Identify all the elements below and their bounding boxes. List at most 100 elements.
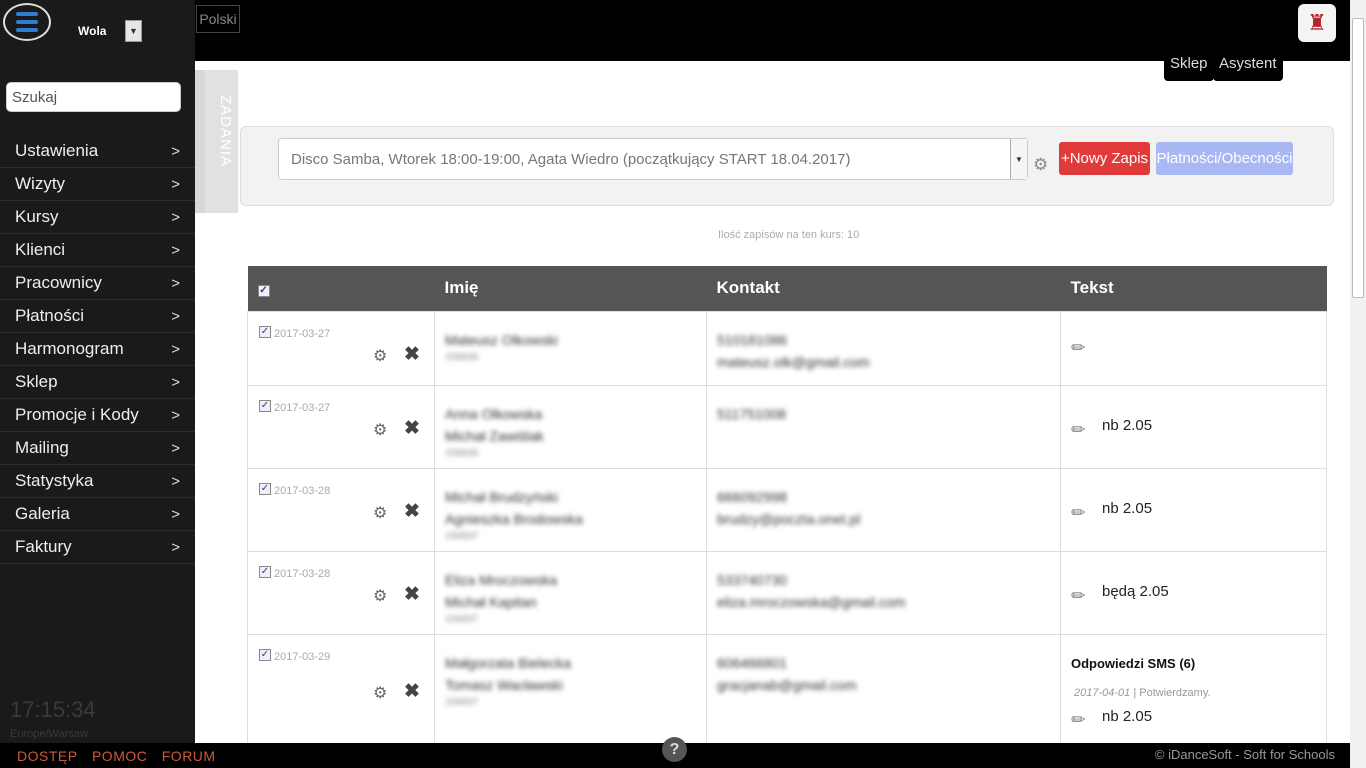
table-row: ✓ 2017-03-29 ⚙ ✖ Małgorzata Bielecka Toma… [247,633,1327,743]
contact-value: 510181086 [717,331,788,348]
row-delete-icon[interactable]: ✖ [404,417,420,440]
table-row: ✓ 2017-03-28 ⚙ ✖ Eliza Mroczowska Michał … [247,550,1327,635]
row-checkbox[interactable]: ✓ [259,399,271,412]
edit-note-pencil-icon[interactable]: ✎ [1067,707,1091,731]
row-delete-icon[interactable]: ✖ [404,500,420,523]
sidebar-item-harmonogram[interactable]: Harmonogram > [0,333,195,366]
branch-name: Wola [78,24,107,38]
row-select-cell: ✓ 2017-03-28 ⚙ ✖ [247,550,435,635]
client-name: Agnieszka Brodowska [445,510,583,527]
chevron-right-icon: > [171,142,180,160]
sidebar-item-klienci[interactable]: Klienci > [0,234,195,267]
row-select-cell: ✓ 2017-03-28 ⚙ ✖ [247,467,435,552]
edit-note-pencil-icon[interactable]: ✎ [1067,500,1091,524]
row-settings-gear-icon[interactable]: ⚙ [373,503,387,523]
tasks-tab-label: ZADANIA [217,95,234,168]
branch-dropdown-button[interactable]: ▼ [125,20,142,42]
edit-note-pencil-icon[interactable]: ✎ [1067,335,1091,359]
new-enrollment-button[interactable]: +Nowy Zapis [1059,142,1150,175]
footer-link-forum[interactable]: FORUM [162,748,216,764]
client-name: Michał Kapitan [445,593,537,610]
row-checkbox[interactable]: ✓ [259,648,271,661]
help-icon[interactable]: ? [662,737,687,762]
note-text: będą 2.05 [1102,582,1169,600]
row-select-cell: ✓ 2017-03-27 ⚙ ✖ [247,384,435,469]
language-selector[interactable]: Polski [196,5,240,33]
client-id: 156837 [445,696,479,708]
row-settings-gear-icon[interactable]: ⚙ [373,683,387,703]
client-name: Tomasz Wacławski [445,676,563,693]
row-settings-gear-icon[interactable]: ⚙ [373,346,387,366]
footer-links: DOSTĘP POMOC FORUM [17,748,226,764]
select-all-checkbox[interactable]: ✓ [257,284,270,297]
sidebar-item-faktury[interactable]: Faktury > [0,531,195,564]
row-select-cell: ✓ 2017-03-29 ⚙ ✖ [247,633,435,743]
contact-cell: 606466801 gracjanab@gmail.com [706,633,1061,743]
header-name: Imię [434,266,707,311]
sidebar-item-label: Ustawienia [15,141,99,160]
course-select[interactable]: Disco Samba, Wtorek 18:00-19:00, Agata W… [278,138,1028,180]
enrollment-count: Ilość zapisów na ten kurs: 10 [718,229,860,241]
text-cell: Odpowiedzi SMS (6) 2017-04-01 | Potwierd… [1060,633,1327,743]
row-delete-icon[interactable]: ✖ [404,343,420,366]
edit-note-pencil-icon[interactable]: ✎ [1067,583,1091,607]
course-settings-gear-icon[interactable]: ⚙ [1033,155,1048,175]
row-delete-icon[interactable]: ✖ [404,680,420,703]
shop-tab[interactable]: Sklep [1164,50,1214,81]
sidebar-item-mailing[interactable]: Mailing > [0,432,195,465]
contact-cell: 510181086 mateusz.olk@gmail.com [706,310,1061,386]
enrollment-date: 2017-03-27 [274,327,331,340]
header-text: Tekst [1060,266,1327,311]
note-text: nb 2.05 [1102,499,1153,517]
row-select-cell: ✓ 2017-03-27 ⚙ ✖ [247,310,435,386]
contact-cell: 511751008 [706,384,1061,469]
row-checkbox[interactable]: ✓ [259,565,271,578]
sidebar-item-promocje-i-kody[interactable]: Promocje i Kody > [0,399,195,432]
sms-replies-title[interactable]: Odpowiedzi SMS (6) [1071,656,1195,671]
sidebar-item-statystyka[interactable]: Statystyka > [0,465,195,498]
sidebar-item-ustawienia[interactable]: Ustawienia > [0,135,195,168]
hamburger-menu-button[interactable] [3,3,51,41]
clock: 17:15:34 [10,697,96,722]
sidebar-item-sklep[interactable]: Sklep > [0,366,195,399]
text-cell: ✎ będą 2.05 [1060,550,1327,635]
enrollment-date: 2017-03-27 [274,401,331,414]
sidebar-item-label: Promocje i Kody [15,405,139,424]
contact-cell: 533740730 eliza.mroczowska@gmail.com [706,550,1061,635]
payments-attendance-button[interactable]: Płatności/Obecności [1156,142,1293,175]
search-input[interactable] [6,82,181,112]
contact-value: 666092998 [717,488,788,505]
sidebar-item-kursy[interactable]: Kursy > [0,201,195,234]
footer-link-access[interactable]: DOSTĘP [17,748,78,764]
sms-reply: 2017-04-01 | Potwierdzamy. [1074,687,1211,699]
sidebar-item-wizyty[interactable]: Wizyty > [0,168,195,201]
app-logo-icon[interactable]: ♜ [1298,4,1336,42]
contact-value: 606466801 [717,654,788,671]
sidebar-item-pracownicy[interactable]: Pracownicy > [0,267,195,300]
client-id: 156837 [445,613,479,625]
chevron-right-icon: > [171,208,180,226]
chevron-right-icon: > [171,373,180,391]
row-checkbox[interactable]: ✓ [259,325,271,338]
row-checkbox[interactable]: ✓ [259,482,271,495]
edit-note-pencil-icon[interactable]: ✎ [1067,417,1091,441]
course-select-value: Disco Samba, Wtorek 18:00-19:00, Agata W… [291,151,851,168]
sidebar-item-label: Sklep [15,372,58,391]
chevron-down-icon[interactable]: ▼ [1010,139,1027,179]
chevron-right-icon: > [171,340,180,358]
client-id: 156836 [445,351,479,363]
sidebar-item-galeria[interactable]: Galeria > [0,498,195,531]
client-name: Anna Olkowska [445,405,543,422]
contact-value: 511751008 [717,405,787,422]
row-delete-icon[interactable]: ✖ [404,583,420,606]
tasks-side-tab[interactable]: ZADANIA [195,70,238,213]
row-settings-gear-icon[interactable]: ⚙ [373,586,387,606]
menu-icon [16,12,38,32]
assistant-tab[interactable]: Asystent [1213,50,1283,81]
footer-link-help[interactable]: POMOC [92,748,147,764]
row-settings-gear-icon[interactable]: ⚙ [373,420,387,440]
page-scrollbar[interactable] [1350,0,1366,768]
sidebar-item-płatności[interactable]: Płatności > [0,300,195,333]
table-row: ✓ 2017-03-28 ⚙ ✖ Michał Brudzyński Agnies… [247,467,1327,552]
scrollbar-thumb[interactable] [1352,18,1364,298]
